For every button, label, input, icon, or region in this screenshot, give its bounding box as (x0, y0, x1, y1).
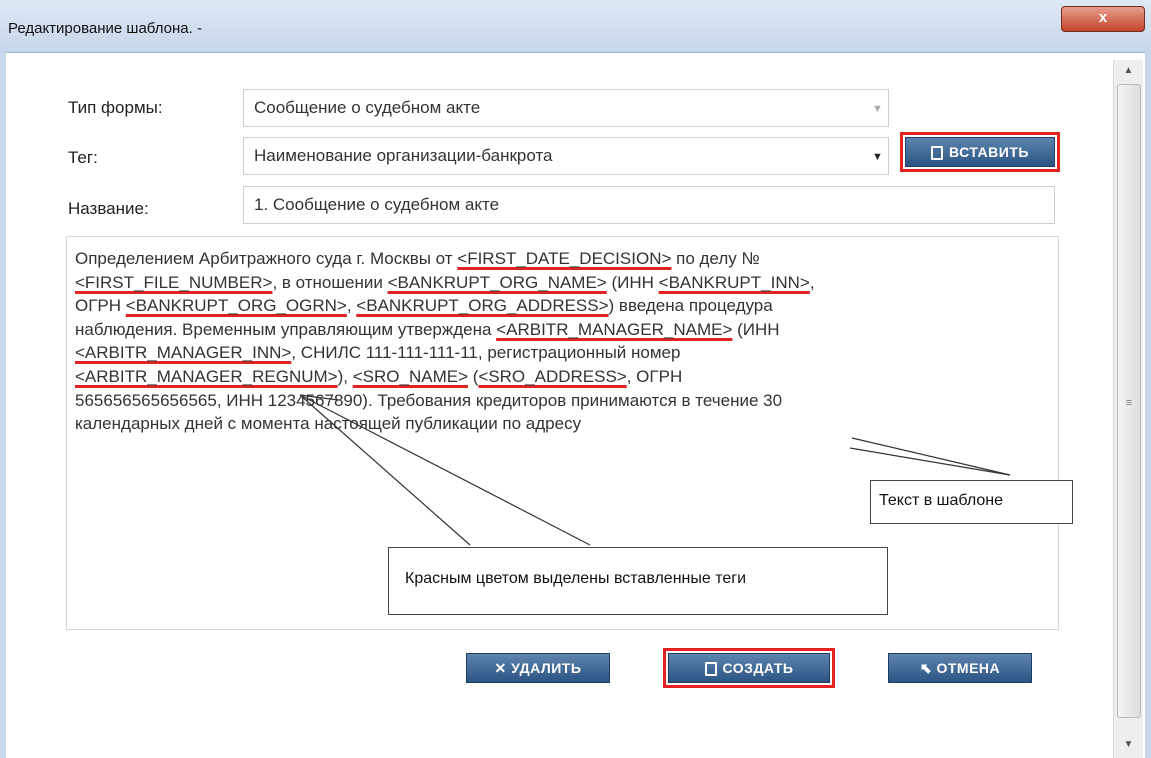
callout-text: Текст в шаблоне (879, 492, 1003, 509)
template-text-callout: Текст в шаблоне (870, 480, 1073, 524)
close-x-icon: ✕ (494, 660, 507, 676)
cancel-button[interactable]: ⬉ ОТМЕНА (888, 653, 1032, 683)
red-tags-callout: Красным цветом выделены вставленные теги (388, 547, 888, 615)
delete-button[interactable]: ✕ УДАЛИТЬ (466, 653, 610, 683)
callout-text: Красным цветом выделены вставленные теги (405, 570, 747, 587)
callout-pointer-lines (299, 394, 1011, 546)
create-button-label: СОЗДАТЬ (722, 660, 794, 676)
create-button[interactable]: СОЗДАТЬ (663, 648, 835, 688)
document-icon (704, 662, 717, 677)
back-arrow-icon: ⬉ (919, 660, 933, 676)
delete-button-label: УДАЛИТЬ (511, 660, 582, 676)
cancel-button-label: ОТМЕНА (936, 660, 1001, 676)
